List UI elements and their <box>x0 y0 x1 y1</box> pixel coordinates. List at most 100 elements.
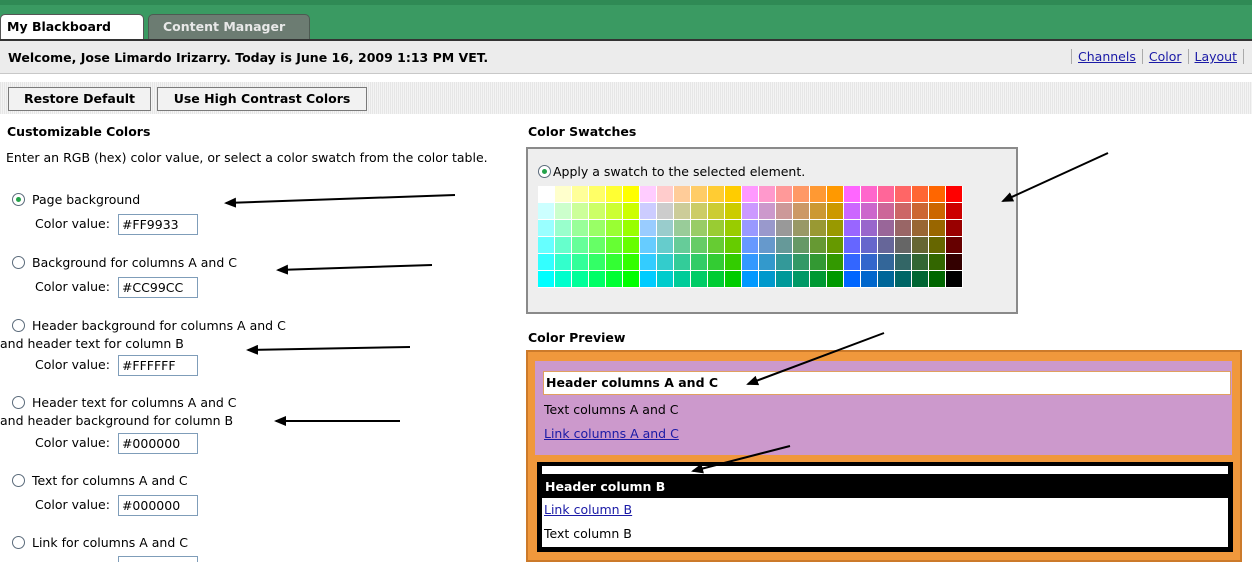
color-link[interactable]: Color <box>1141 49 1189 64</box>
color-swatch[interactable] <box>759 271 776 288</box>
color-swatch[interactable] <box>589 220 606 237</box>
option-header-background-ac[interactable]: Header background for columns A and C <box>12 318 286 334</box>
color-swatch[interactable] <box>657 271 674 288</box>
color-swatch[interactable] <box>861 237 878 254</box>
color-swatch[interactable] <box>946 186 963 203</box>
color-swatch[interactable] <box>538 254 555 271</box>
color-swatch[interactable] <box>912 186 929 203</box>
color-swatch[interactable] <box>589 237 606 254</box>
color-swatch[interactable] <box>793 186 810 203</box>
color-value-input[interactable] <box>117 433 198 454</box>
color-swatch[interactable] <box>674 203 691 220</box>
tab-content-manager[interactable]: Content Manager <box>148 14 310 40</box>
color-swatch[interactable] <box>946 254 963 271</box>
color-swatch[interactable] <box>844 237 861 254</box>
channels-link[interactable]: Channels <box>1071 49 1143 64</box>
color-swatch[interactable] <box>776 203 793 220</box>
color-swatch[interactable] <box>844 203 861 220</box>
color-swatch[interactable] <box>657 203 674 220</box>
color-swatch[interactable] <box>691 237 708 254</box>
color-swatch[interactable] <box>538 203 555 220</box>
color-swatch[interactable] <box>623 220 640 237</box>
color-swatch[interactable] <box>810 186 827 203</box>
color-swatch[interactable] <box>657 254 674 271</box>
color-swatch[interactable] <box>708 254 725 271</box>
color-swatch[interactable] <box>674 254 691 271</box>
color-value-input[interactable] <box>117 355 198 376</box>
color-swatch[interactable] <box>725 220 742 237</box>
color-swatch[interactable] <box>912 271 929 288</box>
color-swatch[interactable] <box>606 254 623 271</box>
color-swatch[interactable] <box>572 220 589 237</box>
tab-my-blackboard[interactable]: My Blackboard <box>0 14 144 40</box>
color-swatch[interactable] <box>725 186 742 203</box>
color-swatch[interactable] <box>555 186 572 203</box>
color-swatch[interactable] <box>640 203 657 220</box>
color-swatch[interactable] <box>555 203 572 220</box>
color-swatch[interactable] <box>827 186 844 203</box>
color-swatch[interactable] <box>606 237 623 254</box>
color-swatch[interactable] <box>725 254 742 271</box>
apply-swatch-option[interactable]: Apply a swatch to the selected element. <box>538 164 805 179</box>
color-swatch[interactable] <box>776 220 793 237</box>
color-swatch[interactable] <box>929 203 946 220</box>
color-swatch[interactable] <box>895 271 912 288</box>
color-swatch[interactable] <box>589 186 606 203</box>
option-link-ac[interactable]: Link for columns A and C <box>12 535 188 551</box>
preview-link-ac[interactable]: Link columns A and C <box>544 426 679 441</box>
color-swatch[interactable] <box>912 254 929 271</box>
color-swatch[interactable] <box>623 271 640 288</box>
color-swatch[interactable] <box>640 271 657 288</box>
color-swatch[interactable] <box>861 271 878 288</box>
color-swatch[interactable] <box>640 186 657 203</box>
color-swatch[interactable] <box>623 237 640 254</box>
color-swatch[interactable] <box>844 220 861 237</box>
color-swatch[interactable] <box>674 237 691 254</box>
color-swatch[interactable] <box>623 186 640 203</box>
option-columns-ac-background[interactable]: Background for columns A and C <box>12 255 237 271</box>
color-swatch[interactable] <box>929 254 946 271</box>
color-swatch[interactable] <box>827 237 844 254</box>
color-swatch[interactable] <box>827 254 844 271</box>
color-swatch[interactable] <box>657 237 674 254</box>
color-swatch[interactable] <box>810 220 827 237</box>
color-swatch[interactable] <box>538 237 555 254</box>
color-swatch[interactable] <box>572 271 589 288</box>
color-swatch[interactable] <box>691 271 708 288</box>
color-swatch[interactable] <box>742 220 759 237</box>
color-swatch[interactable] <box>810 254 827 271</box>
color-swatch[interactable] <box>946 220 963 237</box>
color-swatch[interactable] <box>895 186 912 203</box>
color-swatch[interactable] <box>742 186 759 203</box>
color-swatch[interactable] <box>708 186 725 203</box>
option-page-background[interactable]: Page background <box>12 192 140 208</box>
color-swatch[interactable] <box>946 237 963 254</box>
color-swatch[interactable] <box>861 203 878 220</box>
color-swatch[interactable] <box>725 203 742 220</box>
color-swatch[interactable] <box>640 220 657 237</box>
color-swatch[interactable] <box>623 203 640 220</box>
color-value-input[interactable] <box>117 495 198 516</box>
color-swatch[interactable] <box>725 271 742 288</box>
color-swatch[interactable] <box>776 271 793 288</box>
color-swatch[interactable] <box>844 271 861 288</box>
color-swatch[interactable] <box>827 271 844 288</box>
color-swatch[interactable] <box>708 237 725 254</box>
color-swatch[interactable] <box>759 237 776 254</box>
radio-button[interactable] <box>12 396 25 409</box>
color-value-input[interactable] <box>117 277 198 298</box>
color-swatch[interactable] <box>810 237 827 254</box>
color-swatch[interactable] <box>538 186 555 203</box>
color-swatch[interactable] <box>793 220 810 237</box>
color-swatch[interactable] <box>572 203 589 220</box>
color-swatch[interactable] <box>827 220 844 237</box>
color-swatch[interactable] <box>742 254 759 271</box>
color-swatch[interactable] <box>759 254 776 271</box>
color-swatch[interactable] <box>742 271 759 288</box>
color-swatch[interactable] <box>606 271 623 288</box>
color-swatch[interactable] <box>589 254 606 271</box>
color-swatch[interactable] <box>606 203 623 220</box>
color-swatch[interactable] <box>572 237 589 254</box>
color-swatch[interactable] <box>895 203 912 220</box>
color-swatch[interactable] <box>878 271 895 288</box>
